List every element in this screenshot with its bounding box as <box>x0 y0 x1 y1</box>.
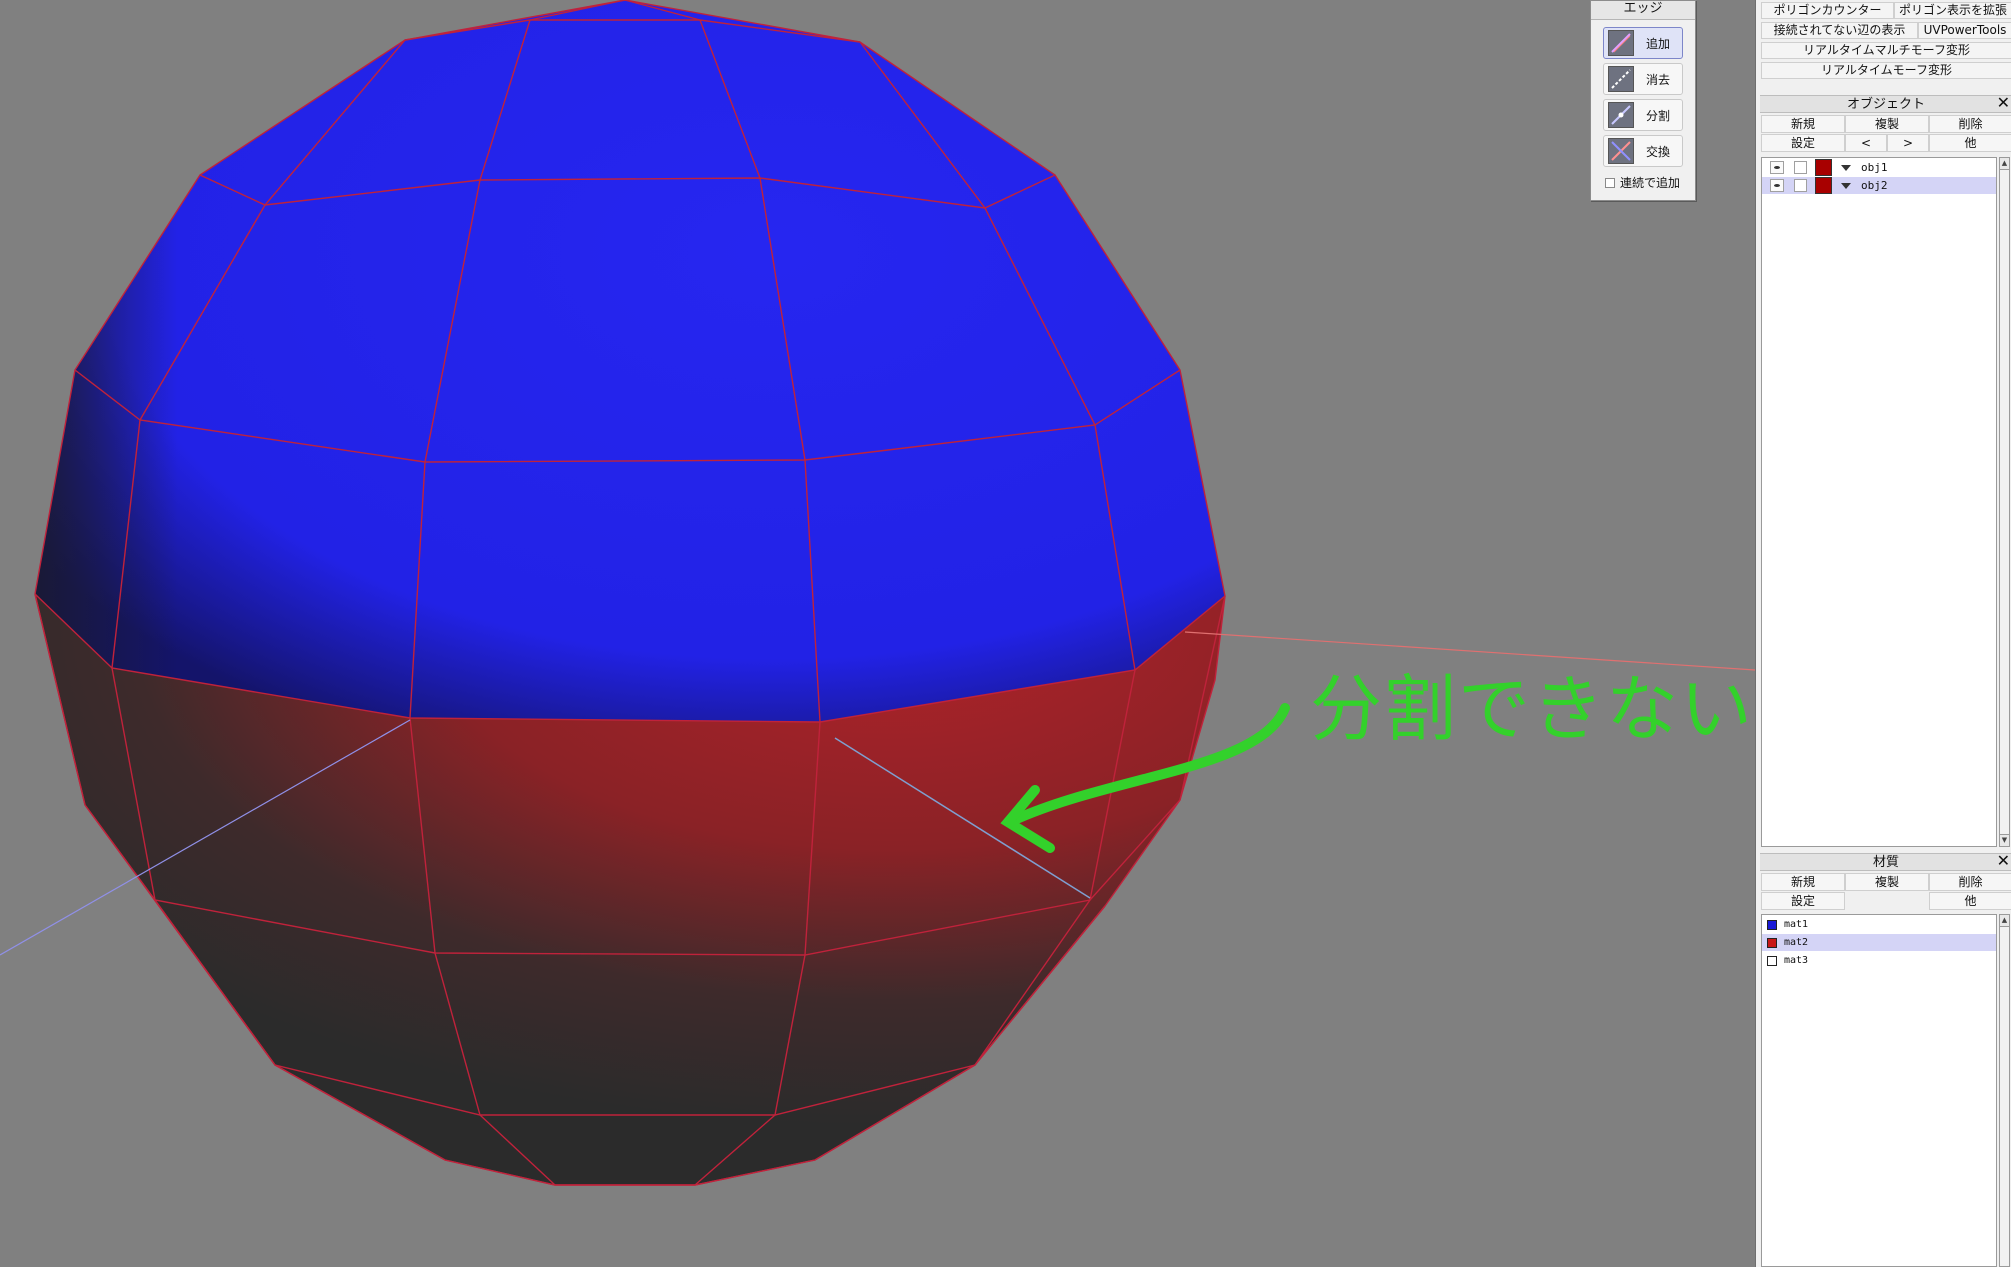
continuous-add-checkbox[interactable]: 連続で追加 <box>1605 174 1680 191</box>
object-duplicate-button[interactable]: 複製 <box>1845 115 1929 133</box>
object-panel-close-icon[interactable]: ✕ <box>1997 94 2010 111</box>
material-row-mat3[interactable]: mat3 <box>1762 952 1996 969</box>
edge-delete-label: 消去 <box>1646 72 1671 87</box>
material-other-button[interactable]: 他 <box>1929 892 2011 910</box>
edge-delete-icon <box>1608 66 1634 92</box>
material-row-mat1[interactable]: mat1 <box>1762 916 1996 933</box>
object-delete-button[interactable]: 削除 <box>1929 115 2011 133</box>
lock-checkbox[interactable] <box>1794 161 1807 174</box>
material-new-button[interactable]: 新規 <box>1761 873 1845 891</box>
object-prev-button[interactable]: < <box>1845 134 1887 152</box>
material-color-swatch <box>1767 919 1777 930</box>
object-panel-title: オブジェクト ✕ <box>1760 94 2011 113</box>
object-new-button[interactable]: 新規 <box>1761 115 1845 133</box>
expand-triangle-icon[interactable] <box>1841 182 1851 189</box>
material-name: mat3 <box>1784 955 1809 966</box>
material-duplicate-button[interactable]: 複製 <box>1845 873 1929 891</box>
edge-split-icon <box>1608 102 1634 128</box>
unconnected-edges-button[interactable]: 接続されてない辺の表示 <box>1761 22 1918 39</box>
material-panel-close-icon[interactable]: ✕ <box>1997 852 2010 869</box>
object-color-swatch[interactable] <box>1815 159 1832 176</box>
realtime-morph-button[interactable]: リアルタイムモーフ変形 <box>1761 62 2011 79</box>
object-row-obj2[interactable]: obj2 <box>1762 177 1996 194</box>
object-name: obj1 <box>1861 161 1888 174</box>
continuous-add-label: 連続で追加 <box>1620 176 1681 190</box>
material-list-scrollbar[interactable]: ▲ <box>1999 914 2010 1267</box>
annotation-text: 分割できない <box>1310 667 1755 751</box>
object-list-scrollbar[interactable]: ▲ ▼ <box>1999 157 2010 847</box>
edge-swap-button[interactable]: 交換 <box>1603 135 1683 167</box>
material-color-swatch <box>1767 937 1777 948</box>
edge-swap-label: 交換 <box>1646 144 1671 159</box>
material-list[interactable]: mat1 mat2 mat3 <box>1761 914 1997 1267</box>
visibility-eye-icon[interactable] <box>1770 179 1784 192</box>
object-name: obj2 <box>1861 179 1888 192</box>
object-other-button[interactable]: 他 <box>1929 134 2011 152</box>
viewport-canvas[interactable] <box>0 0 1755 1267</box>
right-panel: ポリゴンカウンター ポリゴン表示を拡張 接続されてない辺の表示 UVPowerT… <box>1755 0 2011 1267</box>
checkbox-box[interactable] <box>1605 177 1615 188</box>
material-delete-button[interactable]: 削除 <box>1929 873 2011 891</box>
edge-delete-button[interactable]: 消去 <box>1603 63 1683 95</box>
material-panel-title: 材質 ✕ <box>1760 852 2011 871</box>
edge-swap-icon <box>1608 138 1634 164</box>
expand-triangle-icon[interactable] <box>1841 164 1851 171</box>
edge-add-icon <box>1608 30 1634 56</box>
material-settings-button[interactable]: 設定 <box>1761 892 1845 910</box>
scroll-up-icon[interactable]: ▲ <box>2000 915 2009 927</box>
material-color-swatch <box>1767 955 1777 966</box>
edge-add-label: 追加 <box>1646 36 1671 51</box>
realtime-multi-morph-button[interactable]: リアルタイムマルチモーフ変形 <box>1761 42 2011 59</box>
object-row-obj1[interactable]: obj1 <box>1762 159 1996 176</box>
object-color-swatch[interactable] <box>1815 177 1832 194</box>
3d-viewport[interactable]: 分割できない <box>0 0 1755 1267</box>
material-panel-title-text: 材質 <box>1872 855 1899 870</box>
polygon-counter-button[interactable]: ポリゴンカウンター <box>1761 2 1894 19</box>
edge-tool-palette: エッジ 追加 消去 分割 交換 連続で追加 <box>1590 0 1696 201</box>
lock-checkbox[interactable] <box>1794 179 1807 192</box>
material-row-mat2[interactable]: mat2 <box>1762 934 1996 951</box>
edge-add-button[interactable]: 追加 <box>1603 27 1683 59</box>
left-shadow <box>35 0 1225 722</box>
scroll-down-icon[interactable]: ▼ <box>2000 834 2009 846</box>
object-panel-title-text: オブジェクト <box>1846 97 1925 112</box>
uv-power-tools-button[interactable]: UVPowerTools <box>1918 22 2011 39</box>
palette-title: エッジ <box>1591 1 1695 20</box>
object-list[interactable]: obj1 obj2 <box>1761 157 1997 847</box>
edge-split-button[interactable]: 分割 <box>1603 99 1683 131</box>
polygon-view-expand-button[interactable]: ポリゴン表示を拡張 <box>1894 2 2011 19</box>
object-next-button[interactable]: > <box>1887 134 1929 152</box>
scroll-up-icon[interactable]: ▲ <box>2000 158 2009 170</box>
edge-split-label: 分割 <box>1646 108 1671 123</box>
material-name: mat1 <box>1784 919 1809 930</box>
visibility-eye-icon[interactable] <box>1770 161 1784 174</box>
material-name: mat2 <box>1784 937 1809 948</box>
object-settings-button[interactable]: 設定 <box>1761 134 1845 152</box>
